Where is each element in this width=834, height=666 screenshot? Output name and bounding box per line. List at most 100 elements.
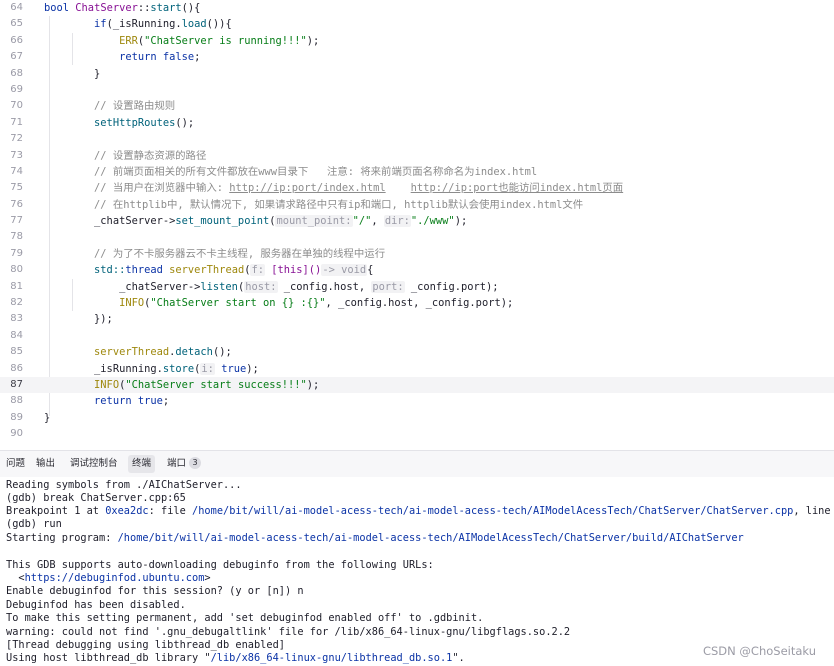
code-text: ; [162, 395, 170, 408]
comment: // 前端页面相关的所有文件都放在www目录下 注意: 将来前端页面名称命名为i… [94, 165, 538, 178]
line-number: 81 [10, 280, 23, 292]
code-line[interactable]: 77 _chatServer->set_mount_point(mount_po… [0, 213, 834, 229]
code-line[interactable]: 73 // 设置静态资源的路径 [0, 148, 834, 164]
comment: // 为了不卡服务器云不卡主线程, 服务器在单独的线程中运行 [94, 247, 386, 260]
code-text: (); [175, 116, 195, 129]
code-line[interactable]: 81 _chatServer->listen(host: _config.hos… [0, 279, 834, 295]
ports-count-badge: 3 [189, 457, 202, 469]
code-line[interactable]: 83 }); [0, 311, 834, 327]
terminal-line: This GDB supports auto-downloading debug… [6, 559, 434, 571]
code-line[interactable]: 82 INFO("ChatServer start on {} :{}", _c… [0, 295, 834, 311]
line-number: 83 [10, 313, 23, 325]
code-line[interactable]: 79 // 为了不卡服务器云不卡主线程, 服务器在单独的线程中运行 [0, 246, 834, 262]
string-literal: "ChatServer is running!!!" [144, 34, 307, 47]
tab-problems[interactable]: 问题 [2, 455, 29, 473]
line-number: 77 [10, 215, 23, 227]
terminal-line: Reading symbols from ./AIChatServer... [6, 479, 242, 491]
keyword: return [119, 51, 157, 64]
terminal-line: (gdb) run [6, 518, 62, 530]
line-number: 65 [10, 18, 23, 30]
tab-ports[interactable]: 端口 3 [163, 455, 205, 473]
macro: INFO [94, 378, 120, 391]
code-text: { [367, 264, 374, 277]
terminal-text: > [204, 572, 211, 584]
line-number: 68 [10, 67, 23, 79]
tab-output[interactable]: 输出 [32, 455, 59, 473]
terminal-output[interactable]: Reading symbols from ./AIChatServer... (… [0, 477, 834, 666]
parameter-hint: f: [250, 264, 265, 277]
code-line[interactable]: 80 std::thread serverThread(f: [this]()-… [0, 262, 834, 278]
comment: // 设置静态资源的路径 [94, 149, 207, 162]
code-line[interactable]: 90 [0, 426, 834, 442]
terminal-text: , line 65. [793, 505, 831, 517]
code-line-current[interactable]: 87 INFO("ChatServer start success!!!"); [0, 376, 834, 394]
line-number: 76 [10, 198, 23, 210]
tab-terminal[interactable]: 终端 [128, 455, 156, 473]
code-line[interactable]: 75 // 当用户在浏览器中输入: http://ip:port/index.h… [0, 180, 834, 196]
code-line[interactable]: 65 if(_isRunning.load()){ [0, 16, 834, 32]
line-number: 88 [10, 395, 23, 407]
keyword: false [162, 51, 195, 64]
terminal-text: ". [452, 652, 465, 664]
function-call: listen [200, 280, 238, 293]
code-line[interactable]: 86 _isRunning.store(i: true); [0, 361, 834, 377]
code-text: }); [94, 313, 113, 326]
code-line[interactable]: 78 [0, 229, 834, 245]
tab-ports-label: 端口 [167, 458, 187, 469]
line-number: 78 [10, 231, 23, 243]
code-line[interactable]: 84 [0, 328, 834, 344]
class-name: ChatServer [75, 2, 138, 14]
code-line[interactable]: 74 // 前端页面相关的所有文件都放在www目录下 注意: 将来前端页面名称命… [0, 164, 834, 180]
function-call: set_mount_point [175, 215, 270, 228]
code-editor[interactable]: 64 bool ChatServer::start(){ 65 if(_isRun… [0, 0, 834, 450]
code-line[interactable]: 71 setHttpRoutes(); [0, 115, 834, 131]
string-literal: "/" [352, 215, 372, 228]
code-line[interactable]: 67 return false; [0, 49, 834, 65]
terminal-url-link[interactable]: https://debuginfod.ubuntu.com [25, 572, 205, 584]
line-number: 71 [10, 116, 23, 128]
code-line[interactable]: 69 [0, 82, 834, 98]
code-line[interactable]: 68 } [0, 66, 834, 82]
keyword: true [137, 395, 163, 408]
code-line[interactable]: 85 serverThread.detach(); [0, 344, 834, 360]
line-number: 85 [10, 346, 23, 358]
panel-tab-bar: 问题 输出 调试控制台 终端 端口 3 [0, 450, 834, 477]
terminal-line: warning: could not find '.gnu_debugaltli… [6, 626, 571, 638]
terminal-line: Using host libthread_db library "/lib/x8… [6, 652, 465, 665]
line-number: 79 [10, 247, 23, 259]
code-line[interactable]: 66 ERR("ChatServer is running!!!"); [0, 33, 834, 49]
code-text: } [44, 411, 51, 424]
parameter-hint: i: [200, 362, 215, 375]
comment-link[interactable]: http://ip:port也能访问index.html页面 [411, 182, 623, 194]
code-line[interactable]: 88 return true; [0, 393, 834, 409]
terminal-file-link[interactable]: /home/bit/will/ai-model-acess-tech/ai-mo… [118, 532, 744, 544]
parameter-hint: mount_point: [275, 215, 353, 228]
namespace: std:: [94, 264, 126, 277]
code-text: ; [194, 51, 201, 64]
tab-debug-console[interactable]: 调试控制台 [66, 455, 122, 473]
terminal-file-link[interactable]: /home/bit/will/ai-model-acess-tech/ai-mo… [192, 505, 793, 517]
code-line[interactable]: 72 [0, 131, 834, 147]
keyword: return [94, 395, 132, 408]
line-number: 72 [10, 133, 23, 145]
terminal-file-link[interactable]: /lib/x86_64-linux-gnu/libthread_db.so.1 [211, 652, 453, 664]
breakpoint-address: 0xea2dc [105, 505, 149, 517]
function-name: start [150, 2, 182, 14]
terminal-line: <https://debuginfod.ubuntu.com> [6, 572, 211, 585]
line-number: 73 [10, 149, 23, 161]
code-line[interactable]: 76 // 在httplib中, 默认情况下, 如果请求路径中只有ip和端口, … [0, 197, 834, 213]
comment: // 设置路由规则 [94, 100, 176, 113]
code-text: ); [246, 362, 259, 375]
code-line[interactable]: 89} [0, 410, 834, 426]
line-number: 74 [10, 165, 23, 177]
terminal-line: Debuginfod has been disabled. [6, 599, 186, 611]
line-number: 69 [10, 83, 23, 95]
code-line[interactable]: 70 // 设置路由规则 [0, 98, 834, 114]
line-number: 80 [10, 264, 23, 276]
code-line[interactable]: 64 bool ChatServer::start(){ [0, 0, 834, 16]
string-literal: "ChatServer start success!!!" [125, 378, 307, 391]
return-type-hint: -> void [321, 264, 368, 277]
line-number: 87 [10, 378, 23, 390]
terminal-line: Starting program: /home/bit/will/ai-mode… [6, 532, 744, 545]
comment-link[interactable]: http://ip:port/index.html [229, 182, 385, 194]
